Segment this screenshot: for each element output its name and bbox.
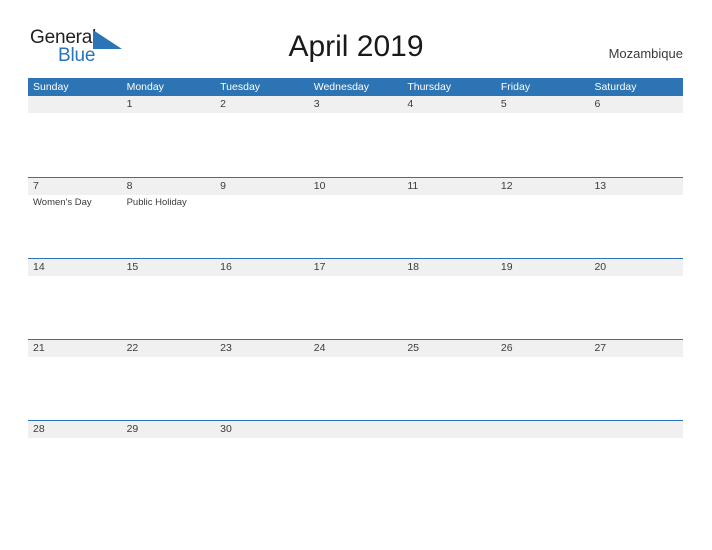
day-event: Women's Day xyxy=(33,197,92,208)
day-number xyxy=(33,96,122,113)
day-cell[interactable] xyxy=(28,96,122,177)
day-number: 19 xyxy=(500,261,513,273)
day-cell[interactable]: 27 xyxy=(589,340,683,420)
day-number: 29 xyxy=(126,423,139,435)
day-header-monday: Monday xyxy=(126,81,164,93)
day-number: 7 xyxy=(33,180,39,192)
day-cell[interactable]: 28 xyxy=(28,421,122,501)
day-number: 6 xyxy=(594,98,601,110)
day-of-week-header-row: Sunday Monday Tuesday Wednesday Thursday… xyxy=(28,78,683,96)
day-cell[interactable]: 8 Public Holiday xyxy=(122,178,216,258)
day-number: 8 xyxy=(126,180,133,192)
day-number: 11 xyxy=(407,180,419,192)
day-header-wednesday: Wednesday xyxy=(313,81,369,93)
day-number: 26 xyxy=(500,342,513,354)
day-number: 9 xyxy=(220,180,226,192)
day-cell[interactable] xyxy=(589,421,683,501)
week-row: 1 2 3 4 5 6 xyxy=(28,96,683,177)
day-number: 22 xyxy=(126,342,139,354)
calendar-grid: Sunday Monday Tuesday Wednesday Thursday… xyxy=(28,78,683,501)
day-number: 4 xyxy=(407,98,414,110)
day-cell[interactable] xyxy=(496,421,590,501)
calendar-page: General Blue April 2019 Mozambique Sunda… xyxy=(0,0,712,550)
day-header-thursday: Thursday xyxy=(407,81,452,93)
day-cell[interactable]: 26 xyxy=(496,340,590,420)
day-number xyxy=(501,421,590,438)
day-cell[interactable]: 7 Women's Day xyxy=(28,178,122,258)
day-cell[interactable]: 30 xyxy=(215,421,309,501)
day-cell[interactable]: 25 xyxy=(402,340,496,420)
day-number: 10 xyxy=(313,180,326,192)
day-number: 1 xyxy=(126,98,133,110)
day-cell[interactable]: 15 xyxy=(122,259,216,339)
week-row: 7 Women's Day 8 Public Holiday 9 10 11 1… xyxy=(28,177,683,258)
day-number: 28 xyxy=(33,423,45,435)
day-cell[interactable]: 17 xyxy=(309,259,403,339)
day-number: 21 xyxy=(33,342,45,354)
day-number xyxy=(314,421,403,438)
week-row: 21 22 23 24 25 26 27 xyxy=(28,339,683,420)
day-header-sunday: Sunday xyxy=(33,81,69,93)
day-cell[interactable]: 18 xyxy=(402,259,496,339)
country-label: Mozambique xyxy=(608,46,683,61)
day-cell[interactable]: 3 xyxy=(309,96,403,177)
day-number: 18 xyxy=(407,261,419,273)
day-cell[interactable]: 20 xyxy=(589,259,683,339)
day-number: 17 xyxy=(313,261,326,273)
day-cell[interactable]: 9 xyxy=(215,178,309,258)
day-number: 24 xyxy=(313,342,326,354)
day-cell[interactable]: 4 xyxy=(402,96,496,177)
day-number: 12 xyxy=(500,180,513,192)
day-number: 25 xyxy=(407,342,419,354)
day-number: 20 xyxy=(594,261,607,273)
week-row: 28 29 30 xyxy=(28,420,683,501)
day-cell[interactable]: 11 xyxy=(402,178,496,258)
day-header-friday: Friday xyxy=(500,81,531,93)
day-cell[interactable]: 16 xyxy=(215,259,309,339)
day-number: 30 xyxy=(220,423,232,435)
day-number: 2 xyxy=(220,98,226,110)
day-header-tuesday: Tuesday xyxy=(220,81,261,93)
day-number: 23 xyxy=(220,342,232,354)
day-cell[interactable]: 14 xyxy=(28,259,122,339)
day-cell[interactable] xyxy=(309,421,403,501)
day-number xyxy=(407,421,496,438)
page-header: General Blue April 2019 Mozambique xyxy=(0,0,712,78)
day-cell[interactable]: 24 xyxy=(309,340,403,420)
day-cell[interactable]: 5 xyxy=(496,96,590,177)
day-header-saturday: Saturday xyxy=(594,81,637,93)
day-cell[interactable]: 2 xyxy=(215,96,309,177)
day-cell[interactable] xyxy=(402,421,496,501)
day-cell[interactable]: 19 xyxy=(496,259,590,339)
day-number: 14 xyxy=(33,261,45,273)
day-cell[interactable]: 22 xyxy=(122,340,216,420)
day-cell[interactable]: 12 xyxy=(496,178,590,258)
day-cell[interactable]: 1 xyxy=(122,96,216,177)
day-cell[interactable]: 23 xyxy=(215,340,309,420)
day-cell[interactable]: 13 xyxy=(589,178,683,258)
day-number: 15 xyxy=(126,261,139,273)
day-number: 13 xyxy=(594,180,607,192)
day-number: 27 xyxy=(594,342,607,354)
day-event: Public Holiday xyxy=(126,197,187,208)
day-number: 3 xyxy=(313,98,320,110)
day-number: 5 xyxy=(500,98,507,110)
day-cell[interactable]: 29 xyxy=(122,421,216,501)
day-cell[interactable]: 10 xyxy=(309,178,403,258)
day-cell[interactable]: 21 xyxy=(28,340,122,420)
day-number: 16 xyxy=(220,261,232,273)
day-cell[interactable]: 6 xyxy=(589,96,683,177)
page-title: April 2019 xyxy=(288,30,424,63)
week-row: 14 15 16 17 18 19 20 xyxy=(28,258,683,339)
day-number xyxy=(594,421,683,438)
